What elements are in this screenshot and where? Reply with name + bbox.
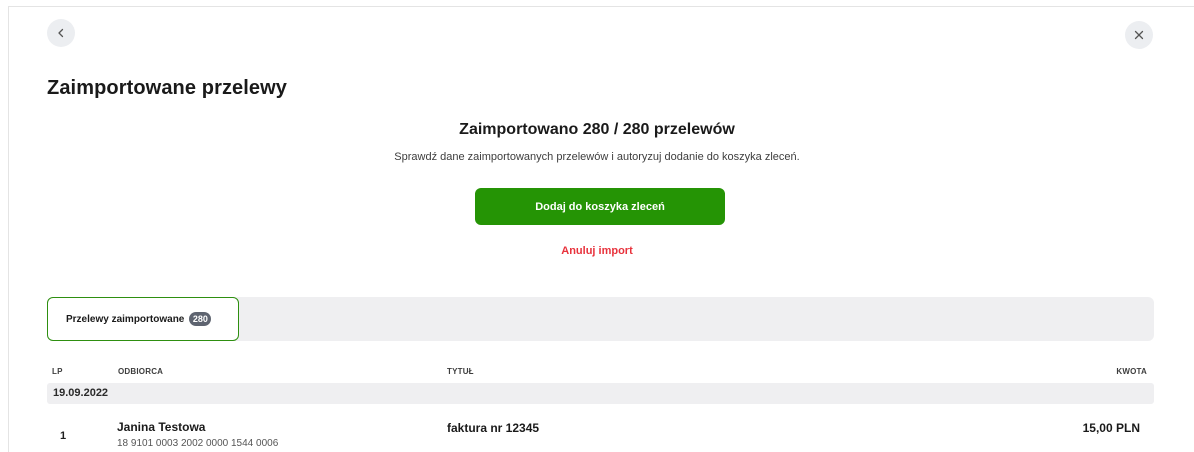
recipient-account: 18 9101 0003 2002 0000 1544 0006: [117, 438, 279, 449]
chevron-left-icon: [58, 28, 64, 38]
add-to-basket-button[interactable]: Dodaj do koszyka zleceń: [475, 188, 725, 225]
tab-imported-transfers[interactable]: Przelewy zaimportowane 280: [47, 297, 239, 341]
count-badge: 280: [189, 312, 212, 326]
column-header-amount: KWOTA: [1116, 367, 1147, 376]
import-summary-title: Zaimportowano 280 / 280 przelewów: [459, 121, 735, 138]
column-header-recipient: ODBIORCA: [118, 367, 164, 376]
column-header-lp: LP: [52, 367, 63, 376]
recipient-name: Janina Testowa: [117, 420, 206, 434]
close-icon: [1134, 30, 1144, 40]
cancel-import-link[interactable]: Anuluj import: [0, 245, 1194, 257]
import-summary-subtitle: Sprawdź dane zaimportowanych przelewów i…: [394, 151, 800, 163]
table-row[interactable]: 1 Janina Testowa 18 9101 0003 2002 0000 …: [47, 412, 1154, 452]
tabs-bar: Przelewy zaimportowane 280: [47, 297, 1154, 341]
tab-label: Przelewy zaimportowane: [66, 313, 185, 325]
transfer-amount: 15,00 PLN: [1082, 421, 1140, 435]
date-group-header: 19.09.2022: [47, 383, 1154, 404]
page-title: Zaimportowane przelewy: [47, 77, 288, 99]
row-lp: 1: [60, 430, 67, 442]
close-button[interactable]: [1125, 21, 1153, 49]
group-date: 19.09.2022: [53, 387, 109, 399]
column-header-title: TYTUŁ: [447, 367, 474, 376]
transfer-title: faktura nr 12345: [447, 421, 540, 435]
back-button[interactable]: [47, 19, 75, 47]
